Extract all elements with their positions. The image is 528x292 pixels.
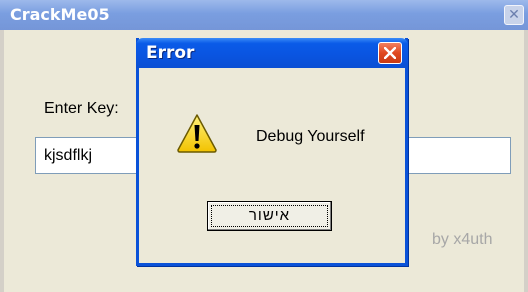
dialog-titlebar[interactable]: Error <box>136 38 408 68</box>
main-titlebar[interactable]: CrackMe05 ✕ <box>0 0 528 30</box>
ok-button[interactable]: אישור <box>207 201 332 231</box>
close-icon: ✕ <box>508 7 520 23</box>
main-window-title: CrackMe05 <box>10 5 110 24</box>
error-dialog: Error Debug Yourself אישור <box>136 38 408 266</box>
close-icon <box>384 47 396 59</box>
dialog-message: Debug Yourself <box>256 128 365 145</box>
warning-icon <box>177 114 217 153</box>
main-close-button[interactable]: ✕ <box>504 5 524 25</box>
enter-key-label: Enter Key: <box>44 100 119 117</box>
ok-button-label: אישור <box>248 207 291 224</box>
dialog-title: Error <box>146 43 195 63</box>
dialog-close-button[interactable] <box>378 42 402 64</box>
credit-label: by x4uth <box>432 231 493 248</box>
